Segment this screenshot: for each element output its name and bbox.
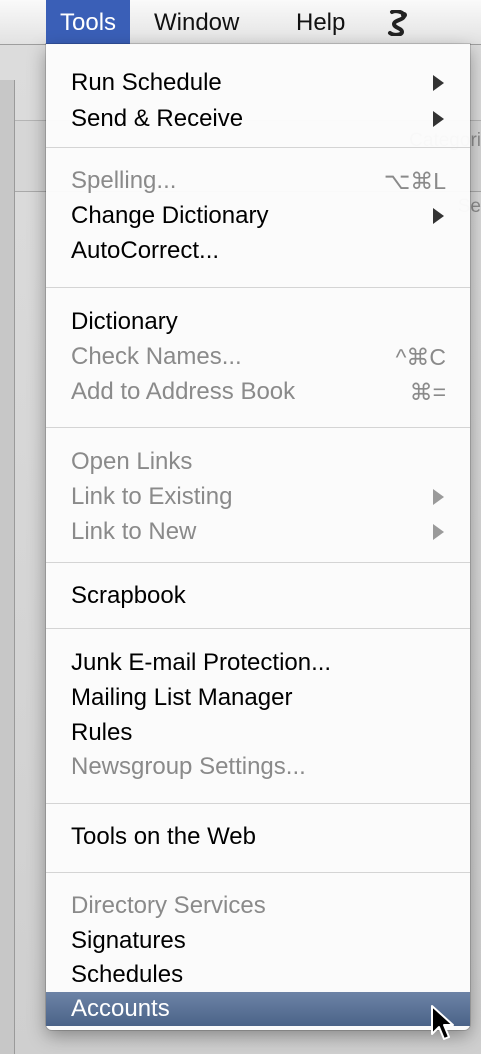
menu-item-link-to-existing[interactable]: Link to Existing bbox=[46, 480, 470, 514]
mouse-cursor-icon bbox=[431, 1005, 454, 1040]
menu-item-label: Scrapbook bbox=[71, 582, 186, 609]
menu-item-label: Check Names... bbox=[71, 343, 242, 370]
menu-item-label: Mailing List Manager bbox=[71, 684, 293, 711]
menu-item-dictionary[interactable]: Dictionary bbox=[46, 305, 470, 339]
menu-separator bbox=[46, 872, 470, 873]
menubar-tools[interactable]: Tools bbox=[46, 0, 131, 44]
menu-item-signatures[interactable]: Signatures bbox=[46, 924, 470, 958]
menu-separator bbox=[46, 427, 470, 428]
menu-item-label: Signatures bbox=[71, 927, 186, 954]
menu-item-label: Directory Services bbox=[71, 892, 266, 919]
menu-separator bbox=[46, 562, 470, 563]
menu-item-open-links[interactable]: Open Links bbox=[46, 445, 470, 479]
menu-item-check-names[interactable]: Check Names... ^⌘C bbox=[46, 340, 470, 374]
menu-item-run-schedule[interactable]: Run Schedule bbox=[46, 66, 470, 100]
menu-item-junk-email-protection[interactable]: Junk E-mail Protection... bbox=[46, 646, 470, 680]
script-icon bbox=[388, 9, 407, 37]
menu-item-link-to-new[interactable]: Link to New bbox=[46, 515, 470, 549]
menu-item-label: Schedules bbox=[71, 961, 184, 988]
menubar-help[interactable]: Help bbox=[282, 0, 359, 44]
menu-item-schedules[interactable]: Schedules bbox=[46, 958, 470, 992]
menu-item-newsgroup-settings[interactable]: Newsgroup Settings... bbox=[46, 750, 470, 784]
menu-item-label: Newsgroup Settings... bbox=[71, 753, 306, 780]
shortcut-label: ⌥⌘L bbox=[383, 168, 446, 194]
menu-item-label: Dictionary bbox=[71, 308, 178, 335]
menu-separator bbox=[46, 147, 470, 148]
screen: Categori Se Tools Window Help Run Schedu… bbox=[0, 0, 481, 1054]
menu-item-mailing-list-manager[interactable]: Mailing List Manager bbox=[46, 681, 470, 715]
menu-item-label: Link to Existing bbox=[71, 483, 233, 510]
menu-item-label: Add to Address Book bbox=[71, 378, 296, 405]
menubar-window[interactable]: Window bbox=[140, 0, 253, 44]
menu-separator bbox=[46, 803, 470, 804]
menu-bar: Tools Window Help bbox=[0, 0, 481, 45]
menu-item-label: Accounts bbox=[71, 995, 170, 1022]
menu-item-label: Rules bbox=[71, 719, 133, 746]
menu-item-change-dictionary[interactable]: Change Dictionary bbox=[46, 199, 470, 233]
menu-separator bbox=[46, 287, 470, 288]
menu-item-add-to-address-book[interactable]: Add to Address Book ⌘= bbox=[46, 375, 470, 409]
shortcut-label: ⌘= bbox=[409, 379, 446, 405]
menu-item-label: Open Links bbox=[71, 448, 193, 475]
menu-item-autocorrect[interactable]: AutoCorrect... bbox=[46, 234, 470, 268]
submenu-arrow-icon bbox=[433, 208, 444, 224]
menu-item-label: AutoCorrect... bbox=[71, 237, 220, 264]
menu-item-directory-services[interactable]: Directory Services bbox=[46, 889, 470, 923]
menu-item-scrapbook[interactable]: Scrapbook bbox=[46, 579, 470, 613]
background-window-edge bbox=[0, 80, 15, 1054]
tools-menu: Run Schedule Send & Receive Spelling... … bbox=[46, 44, 470, 1030]
menu-separator bbox=[46, 628, 470, 629]
menu-item-label: Link to New bbox=[71, 518, 197, 545]
submenu-arrow-icon bbox=[433, 489, 444, 505]
menu-item-label: Tools on the Web bbox=[71, 823, 257, 850]
submenu-arrow-icon bbox=[433, 524, 444, 540]
menu-item-label: Junk E-mail Protection... bbox=[71, 649, 332, 676]
menu-item-label: Run Schedule bbox=[71, 69, 222, 96]
script-menu[interactable] bbox=[372, 0, 424, 44]
menu-item-label: Spelling... bbox=[71, 167, 177, 194]
menu-item-label: Change Dictionary bbox=[71, 202, 269, 229]
menu-item-tools-on-the-web[interactable]: Tools on the Web bbox=[46, 820, 470, 854]
submenu-arrow-icon bbox=[433, 111, 444, 127]
submenu-arrow-icon bbox=[433, 75, 444, 91]
menu-item-label: Send & Receive bbox=[71, 105, 244, 132]
menu-item-spelling[interactable]: Spelling... ⌥⌘L bbox=[46, 164, 470, 198]
menu-item-rules[interactable]: Rules bbox=[46, 716, 470, 750]
menu-item-send-receive[interactable]: Send & Receive bbox=[46, 102, 470, 136]
shortcut-label: ^⌘C bbox=[395, 344, 446, 370]
menu-item-accounts[interactable]: Accounts bbox=[46, 992, 470, 1026]
